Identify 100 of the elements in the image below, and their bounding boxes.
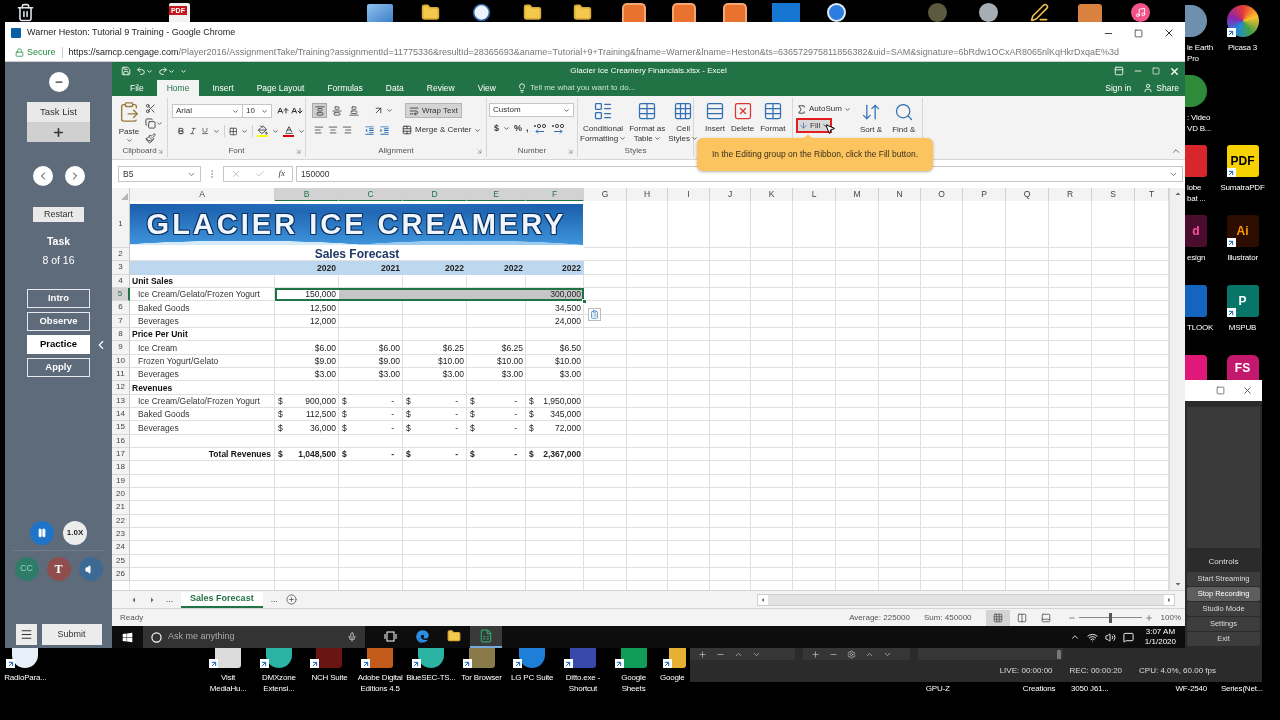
search-field[interactable]: Ask me anything bbox=[143, 626, 365, 648]
paste-button[interactable]: Paste bbox=[118, 101, 140, 144]
font-color-icon[interactable] bbox=[283, 125, 294, 137]
desktop-icon-label[interactable]: Picasa 3 bbox=[1227, 42, 1258, 53]
styles-button[interactable]: Conditional Formatting bbox=[579, 101, 628, 144]
desktop-icon-label[interactable]: Google bbox=[659, 672, 685, 683]
column-header[interactable]: C bbox=[339, 188, 403, 202]
column-header[interactable]: T bbox=[1135, 188, 1169, 202]
app-icon[interactable] bbox=[316, 648, 343, 668]
folder-icon[interactable] bbox=[522, 3, 542, 22]
number-format-field[interactable]: Custom bbox=[489, 103, 574, 117]
desktop-icon-label[interactable]: Creations bbox=[1022, 683, 1056, 694]
pen-icon[interactable] bbox=[1029, 3, 1049, 22]
app-icon[interactable] bbox=[1185, 5, 1207, 37]
row-header[interactable]: 21 bbox=[112, 501, 130, 515]
a-arrow-up-icon[interactable] bbox=[277, 105, 289, 117]
column-header[interactable]: A bbox=[130, 188, 275, 202]
insert-function-button[interactable]: fx bbox=[278, 167, 286, 181]
sort-button[interactable]: Sort & bbox=[858, 102, 884, 135]
app-icon[interactable]: FS bbox=[1226, 355, 1259, 380]
desktop-icon-label[interactable]: Series(Net... bbox=[1220, 683, 1263, 694]
view-button[interactable] bbox=[985, 609, 1010, 626]
microphone-icon[interactable] bbox=[347, 632, 357, 642]
close-icon[interactable] bbox=[1163, 27, 1175, 39]
app-tile-icon[interactable] bbox=[672, 3, 697, 22]
mode-tab[interactable]: Observe bbox=[27, 312, 90, 331]
app-icon[interactable]: d bbox=[1185, 215, 1207, 247]
column-header[interactable]: S bbox=[1092, 188, 1135, 202]
ribbon-tab[interactable]: Data bbox=[375, 80, 414, 96]
grid-icon[interactable] bbox=[228, 125, 238, 137]
submit-button[interactable]: Submit bbox=[41, 624, 102, 645]
app-tile-icon[interactable] bbox=[1077, 4, 1102, 22]
desktop-icon-label[interactable]: : Video VD B... bbox=[1187, 112, 1211, 134]
restart-button[interactable]: Restart bbox=[33, 207, 84, 222]
fill-button[interactable]: Fill bbox=[796, 118, 833, 133]
column-header[interactable]: M bbox=[836, 188, 879, 202]
app-icon[interactable] bbox=[215, 648, 242, 668]
row-header[interactable]: 18 bbox=[112, 461, 130, 475]
previous-button[interactable] bbox=[32, 166, 53, 186]
italic-icon[interactable] bbox=[188, 126, 197, 136]
row-header[interactable]: 2 bbox=[112, 248, 130, 262]
maximize-icon[interactable] bbox=[1134, 28, 1143, 38]
desktop-icon-label[interactable]: RadioPara... bbox=[4, 672, 47, 683]
desktop-icon-label[interactable]: GPU-Z bbox=[925, 683, 950, 694]
scroll-left-icon[interactable] bbox=[758, 594, 768, 605]
menu-button[interactable] bbox=[15, 624, 37, 645]
ribbon-tab[interactable]: Insert bbox=[202, 80, 244, 96]
autosum-button[interactable]: AutoSum bbox=[796, 102, 851, 116]
column-header[interactable]: N bbox=[879, 188, 921, 202]
desktop-icon-label[interactable]: le Earth Pro bbox=[1187, 42, 1213, 64]
ribbon-display-icon[interactable] bbox=[1114, 66, 1124, 76]
desktop-icon-label[interactable]: Illustrator bbox=[1227, 252, 1258, 263]
column-header[interactable]: R bbox=[1049, 188, 1092, 202]
desktop-icon-label[interactable]: 3050 J61... bbox=[1071, 683, 1109, 694]
indent-increase-icon[interactable] bbox=[379, 124, 390, 136]
column-header[interactable]: Q bbox=[1006, 188, 1049, 202]
cells-button[interactable]: Format bbox=[759, 101, 787, 134]
row-header[interactable]: 24 bbox=[112, 541, 130, 555]
ribbon-tab[interactable]: Review bbox=[416, 80, 465, 96]
arrow-right-dots-icon[interactable] bbox=[550, 123, 565, 134]
app-icon[interactable] bbox=[367, 648, 394, 668]
desktop-icon-label[interactable]: Tor Browser bbox=[461, 672, 502, 683]
app-tile-icon[interactable] bbox=[771, 3, 800, 22]
font-name-field[interactable]: Arial bbox=[172, 104, 243, 118]
column-header[interactable]: G bbox=[584, 188, 627, 202]
desktop-icon-label[interactable]: LG PC Suite bbox=[511, 672, 554, 683]
horizontal-scrollbar[interactable] bbox=[757, 593, 1175, 606]
plus-icon[interactable] bbox=[811, 649, 820, 659]
number-style-button[interactable]: $ bbox=[494, 124, 499, 133]
arrow-left-dots-icon[interactable] bbox=[532, 123, 547, 134]
wifi-icon[interactable] bbox=[1086, 631, 1098, 643]
column-header[interactable]: F bbox=[526, 188, 584, 202]
row-header[interactable]: 3 bbox=[112, 261, 130, 275]
ribbon-tab[interactable]: Formulas bbox=[317, 80, 373, 96]
tell-me-field[interactable]: Tell me what you want to do... bbox=[529, 82, 660, 94]
desktop-icon-label[interactable]: NCH Suite bbox=[311, 672, 348, 683]
gear-icon[interactable] bbox=[847, 649, 856, 659]
fill-handle[interactable] bbox=[582, 299, 587, 305]
vertical-scrollbar[interactable] bbox=[1169, 188, 1185, 590]
row-header[interactable]: 1 bbox=[112, 201, 130, 248]
cells-button[interactable]: Delete bbox=[730, 101, 756, 134]
column-header[interactable]: B bbox=[275, 188, 339, 202]
message-icon[interactable] bbox=[1122, 631, 1134, 643]
find-button[interactable]: Find & bbox=[891, 102, 917, 135]
desktop-icon-label[interactable]: Adobe Digital Editions 4.5 bbox=[357, 672, 403, 694]
desktop-icon-label[interactable]: DMXzone Extensi... bbox=[261, 672, 296, 694]
app-tile-icon[interactable] bbox=[722, 3, 747, 22]
column-header[interactable]: K bbox=[751, 188, 793, 202]
vertical-align-button[interactable] bbox=[329, 103, 344, 118]
collapse-ribbon-icon[interactable] bbox=[1171, 146, 1181, 156]
mode-tab[interactable]: Practice bbox=[27, 335, 90, 354]
underline-icon[interactable] bbox=[200, 126, 209, 136]
mode-tab[interactable]: Apply bbox=[27, 358, 90, 377]
options-icon[interactable] bbox=[588, 308, 601, 321]
column-header[interactable]: H bbox=[627, 188, 668, 202]
clock-icon[interactable] bbox=[472, 3, 492, 22]
desktop-icon-label[interactable]: WF-2540 bbox=[1175, 683, 1207, 694]
check-icon[interactable] bbox=[254, 169, 265, 179]
paint-bucket-icon[interactable] bbox=[257, 125, 268, 137]
transcript-button[interactable]: T bbox=[46, 557, 71, 581]
